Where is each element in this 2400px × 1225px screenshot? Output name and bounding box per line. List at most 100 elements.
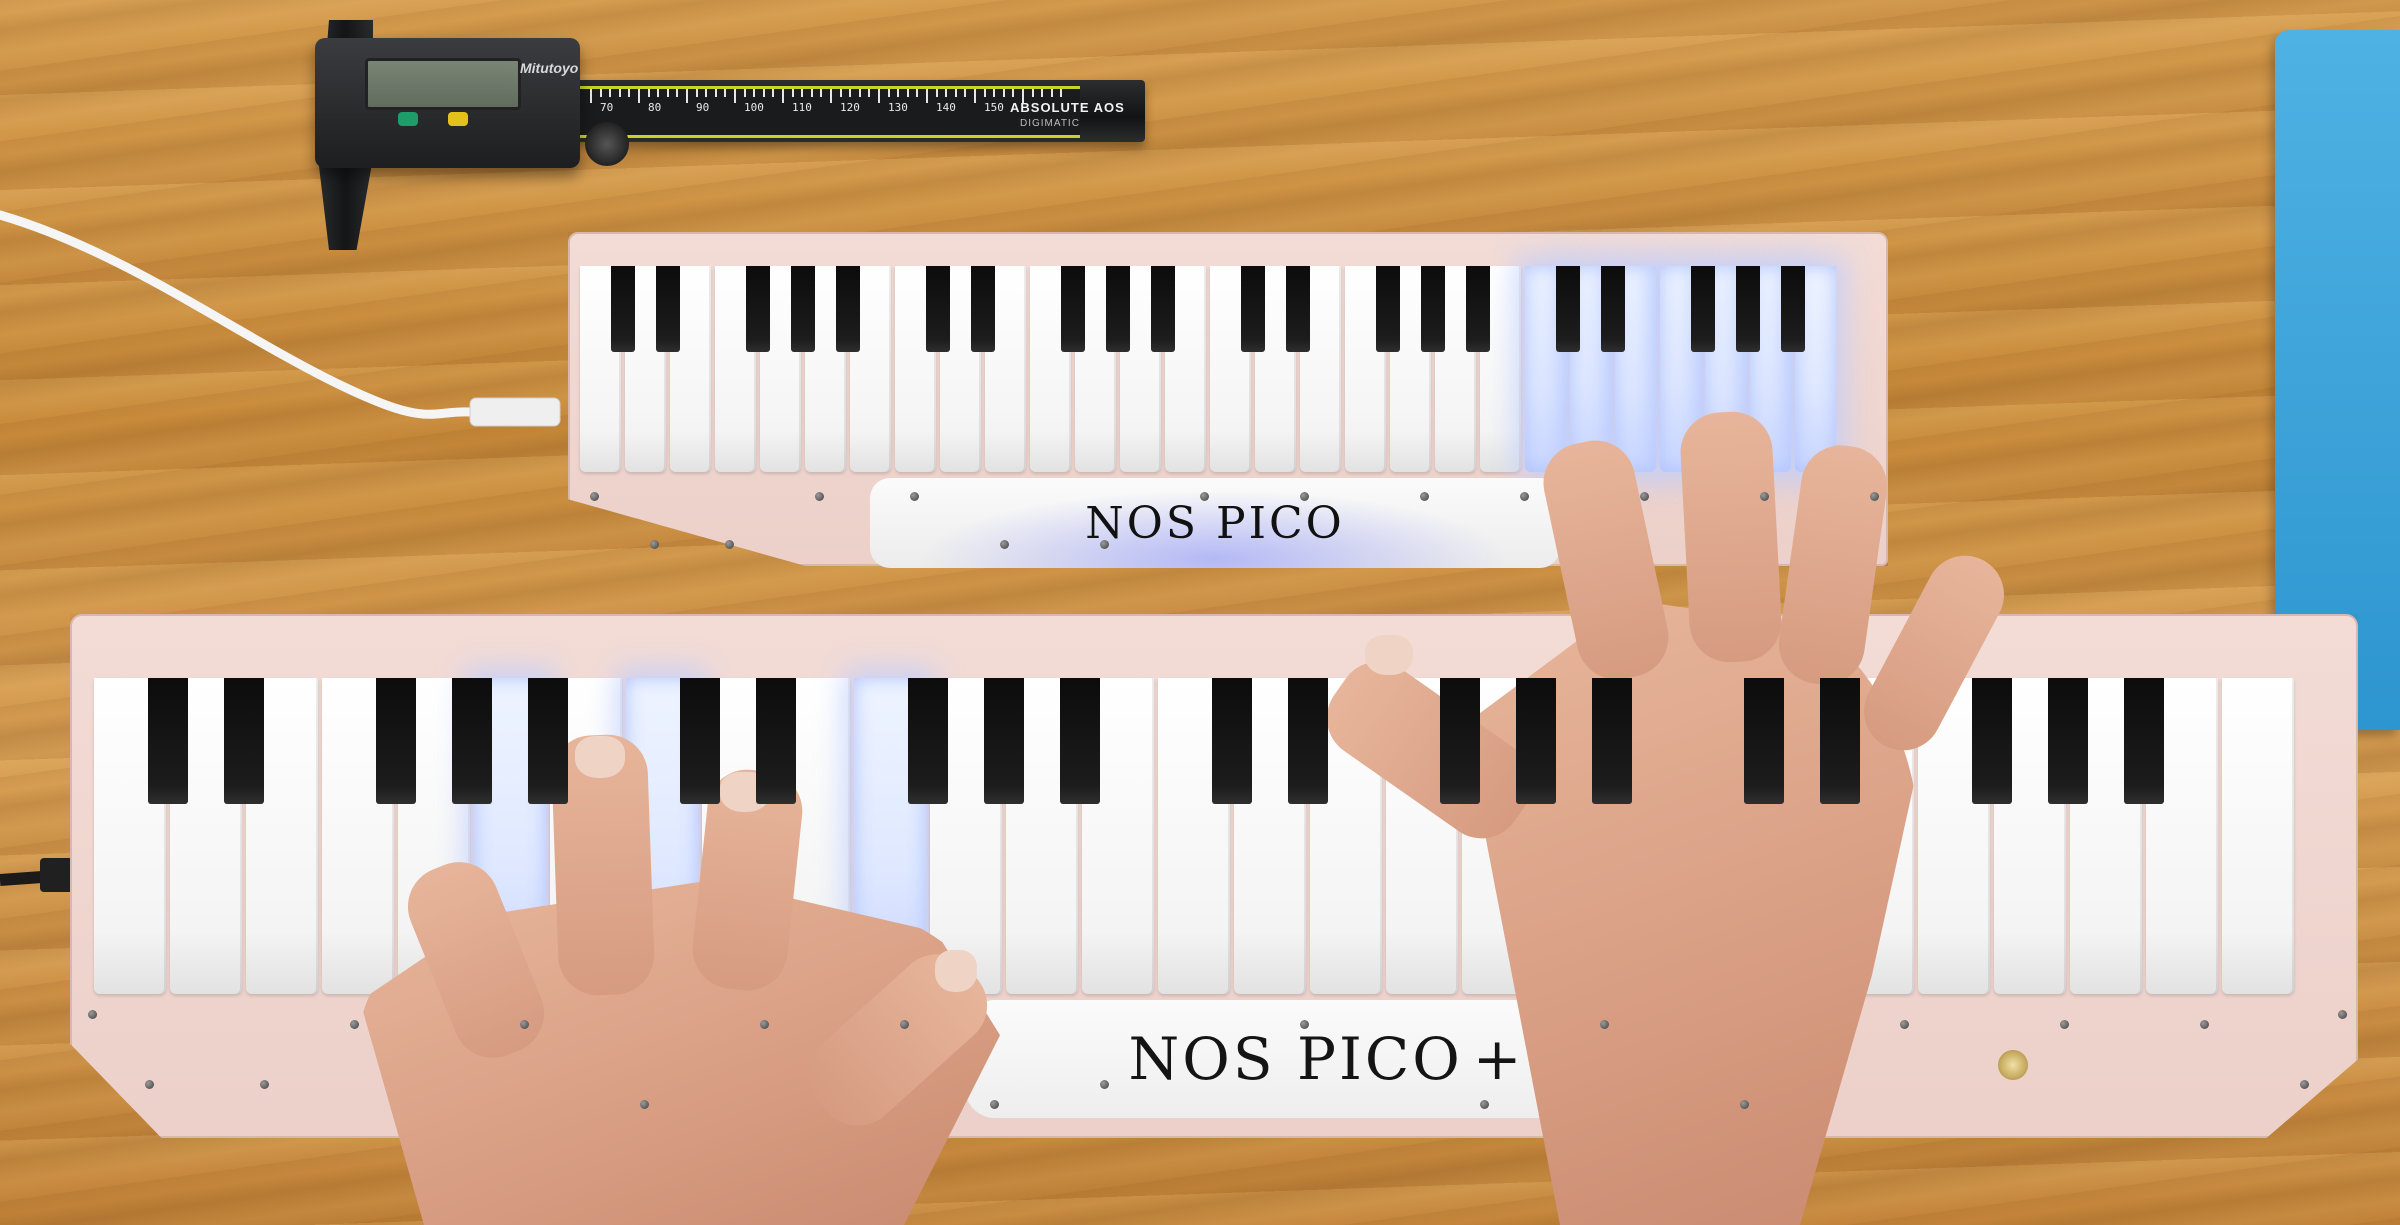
right-thumb-nail xyxy=(1365,635,1413,675)
large-black-key[interactable] xyxy=(1060,678,1100,804)
small-black-key[interactable] xyxy=(1061,266,1085,352)
large-brand-name: NOS PICO xyxy=(1128,1025,1463,1093)
large-black-key[interactable] xyxy=(148,678,188,804)
caliper-scale-tick xyxy=(868,89,871,97)
large-white-key[interactable] xyxy=(94,678,188,994)
small-nameplate: NOS PICO xyxy=(870,478,1560,568)
caliper-scale-tick xyxy=(705,89,708,97)
small-black-key[interactable] xyxy=(1781,266,1805,352)
large-black-key[interactable] xyxy=(1288,678,1328,804)
large-black-key[interactable] xyxy=(2048,678,2088,804)
small-white-key[interactable] xyxy=(580,266,635,472)
large-black-key[interactable] xyxy=(1744,678,1784,804)
large-black-key[interactable] xyxy=(680,678,720,804)
large-black-key[interactable] xyxy=(1440,678,1480,804)
small-black-key[interactable] xyxy=(1691,266,1715,352)
screw xyxy=(725,540,734,549)
screw xyxy=(2338,1010,2347,1019)
left-middle-nail xyxy=(575,736,625,778)
small-black-key[interactable] xyxy=(1241,266,1265,352)
large-black-key[interactable] xyxy=(528,678,568,804)
small-black-key[interactable] xyxy=(1421,266,1445,352)
small-black-key[interactable] xyxy=(1466,266,1490,352)
small-white-key[interactable] xyxy=(1210,266,1265,472)
large-black-key[interactable] xyxy=(1592,678,1632,804)
caliper-zero-button[interactable] xyxy=(398,112,418,126)
left-thumb-nail xyxy=(935,950,977,992)
large-black-key[interactable] xyxy=(1516,678,1556,804)
large-white-key[interactable] xyxy=(2222,678,2294,994)
small-black-key[interactable] xyxy=(1151,266,1175,352)
small-white-key[interactable] xyxy=(895,266,950,472)
large-black-key[interactable] xyxy=(2124,678,2164,804)
small-white-key[interactable] xyxy=(715,266,770,472)
small-white-key[interactable] xyxy=(1030,266,1085,472)
screw xyxy=(910,492,919,501)
screw xyxy=(1640,492,1649,501)
caliper-scale-tick xyxy=(1031,89,1034,97)
caliper-scale-tick xyxy=(906,89,909,97)
large-keyboard-knob[interactable] xyxy=(1998,1050,2028,1080)
large-black-key[interactable] xyxy=(1972,678,2012,804)
caliper-thumb-wheel[interactable] xyxy=(585,122,629,166)
small-black-key[interactable] xyxy=(836,266,860,352)
caliper-scale-tick xyxy=(849,89,852,97)
caliper-scale-tick xyxy=(954,89,957,97)
caliper-scale-tick xyxy=(676,89,679,97)
caliper-scale-tick xyxy=(810,89,813,97)
small-white-key[interactable] xyxy=(1525,266,1580,472)
small-black-key[interactable] xyxy=(1556,266,1580,352)
screw xyxy=(1200,492,1209,501)
caliper-scale-tick xyxy=(743,89,746,97)
caliper-scale-tick xyxy=(599,89,602,97)
large-white-key[interactable] xyxy=(1158,678,1252,994)
large-black-key[interactable] xyxy=(1820,678,1860,804)
screw xyxy=(760,1020,769,1029)
screw xyxy=(1300,492,1309,501)
small-black-key[interactable] xyxy=(791,266,815,352)
caliper-logo: Mitutoyo xyxy=(520,60,579,76)
large-black-key[interactable] xyxy=(224,678,264,804)
small-black-key[interactable] xyxy=(1106,266,1130,352)
large-black-key[interactable] xyxy=(376,678,416,804)
caliper-brand-label: ABSOLUTE AOS xyxy=(1010,100,1125,115)
caliper-scale-tick xyxy=(638,89,640,103)
small-black-key[interactable] xyxy=(1601,266,1625,352)
small-black-key[interactable] xyxy=(746,266,770,352)
caliper-scale-tick xyxy=(762,89,765,97)
small-black-key[interactable] xyxy=(1286,266,1310,352)
caliper-scale-tick xyxy=(791,89,794,97)
large-black-key[interactable] xyxy=(1212,678,1252,804)
small-white-key[interactable] xyxy=(1345,266,1400,472)
caliper-scale-tick xyxy=(647,89,650,97)
caliper-scale-tick xyxy=(897,89,900,97)
small-black-key[interactable] xyxy=(971,266,995,352)
small-black-key[interactable] xyxy=(926,266,950,352)
caliper-scale-tick xyxy=(887,89,890,97)
screw xyxy=(260,1080,269,1089)
large-black-key[interactable] xyxy=(984,678,1024,804)
large-black-key[interactable] xyxy=(908,678,948,804)
screw xyxy=(350,1020,359,1029)
caliper-scale-number: 70 xyxy=(600,101,614,114)
screw xyxy=(2200,1020,2209,1029)
large-black-key[interactable] xyxy=(452,678,492,804)
small-black-key[interactable] xyxy=(1736,266,1760,352)
screw xyxy=(1300,1020,1309,1029)
caliper-scale-tick xyxy=(609,89,612,97)
screw xyxy=(2060,1020,2069,1029)
large-black-key[interactable] xyxy=(756,678,796,804)
screw xyxy=(590,492,599,501)
caliper-scale-tick xyxy=(1060,89,1063,97)
caliper-origin-button[interactable] xyxy=(448,112,468,126)
small-black-key[interactable] xyxy=(656,266,680,352)
right-middle-finger xyxy=(1678,409,1784,665)
large-brand-suffix: + xyxy=(1472,1025,1522,1093)
screw xyxy=(815,492,824,501)
small-black-key[interactable] xyxy=(611,266,635,352)
small-black-key[interactable] xyxy=(1376,266,1400,352)
caliper-scale-number: 130 xyxy=(888,101,908,114)
large-white-key[interactable] xyxy=(322,678,416,994)
caliper-scale-tick xyxy=(926,89,928,103)
caliper-scale-tick xyxy=(686,89,688,103)
